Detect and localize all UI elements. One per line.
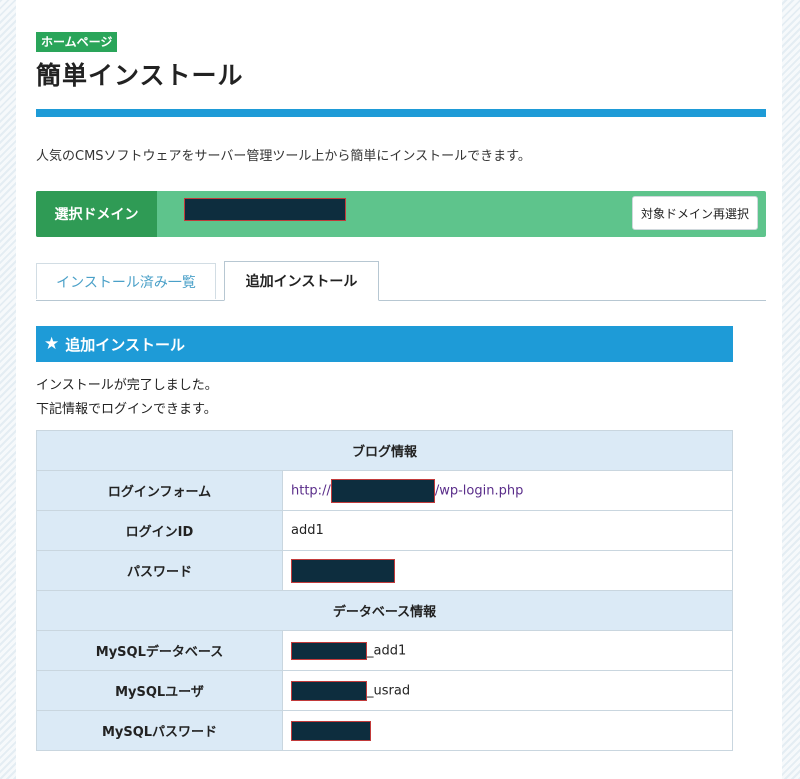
db-user-suffix: _usrad — [367, 683, 411, 698]
intro-text: 人気のCMSソフトウェアをサーバー管理ツール上から簡単にインストールできます。 — [36, 149, 531, 164]
table-row: MySQLユーザ _usrad — [36, 670, 733, 711]
mysql-password-label: MySQLパスワード — [36, 710, 283, 751]
table-row: パスワード — [36, 550, 733, 591]
table-row: ログインID add1 — [36, 510, 733, 551]
login-info-message: 下記情報でログインできます。 — [36, 402, 217, 417]
mysql-db-value: _add1 — [282, 630, 733, 671]
login-id-label: ログインID — [36, 510, 283, 551]
login-form-label: ログインフォーム — [36, 470, 283, 511]
mysql-user-label: MySQLユーザ — [36, 670, 283, 711]
login-form-value: http:// /wp-login.php — [282, 470, 733, 511]
password-value — [282, 550, 733, 591]
login-url-prefix[interactable]: http:// — [291, 483, 331, 498]
domain-selector-bar: 選択ドメイン 対象ドメイン再選択 — [36, 191, 766, 237]
section-title: 追加インストール — [65, 335, 185, 354]
tab-add-install[interactable]: 追加インストール — [224, 261, 379, 301]
page-title: 簡単インストール — [36, 61, 244, 90]
table-row: ログインフォーム http:// /wp-login.php — [36, 470, 733, 511]
tab-bar: インストール済み一覧 追加インストール — [36, 261, 766, 301]
mysql-db-label: MySQLデータベース — [36, 630, 283, 671]
install-info-table: ブログ情報 ログインフォーム http:// /wp-login.php ログイン… — [36, 430, 733, 751]
db-password-redacted — [291, 720, 371, 741]
domain-value-redacted — [184, 198, 346, 221]
mysql-password-value — [282, 710, 733, 751]
section-header: ★ 追加インストール — [36, 326, 733, 362]
blog-info-heading: ブログ情報 — [36, 430, 733, 471]
db-info-heading: データベース情報 — [36, 590, 733, 631]
mysql-user-value: _usrad — [282, 670, 733, 711]
homepage-badge: ホームページ — [36, 32, 118, 52]
tab-installed-list[interactable]: インストール済み一覧 — [36, 263, 216, 299]
password-redacted — [291, 558, 395, 583]
table-row: MySQLパスワード — [36, 710, 733, 751]
db-user-redacted — [291, 680, 367, 701]
table-row: MySQLデータベース _add1 — [36, 630, 733, 671]
login-id-value: add1 — [282, 510, 733, 551]
reselect-domain-button[interactable]: 対象ドメイン再選択 — [632, 196, 758, 230]
completion-message: インストールが完了しました。 — [36, 378, 218, 393]
db-name-redacted — [291, 641, 367, 660]
star-icon: ★ — [44, 334, 60, 354]
title-divider — [36, 109, 766, 117]
domain-label: 選択ドメイン — [36, 191, 157, 237]
login-url-suffix[interactable]: /wp-login.php — [435, 483, 524, 498]
login-url-redacted — [330, 478, 435, 503]
password-label: パスワード — [36, 550, 283, 591]
db-name-suffix: _add1 — [367, 643, 407, 658]
